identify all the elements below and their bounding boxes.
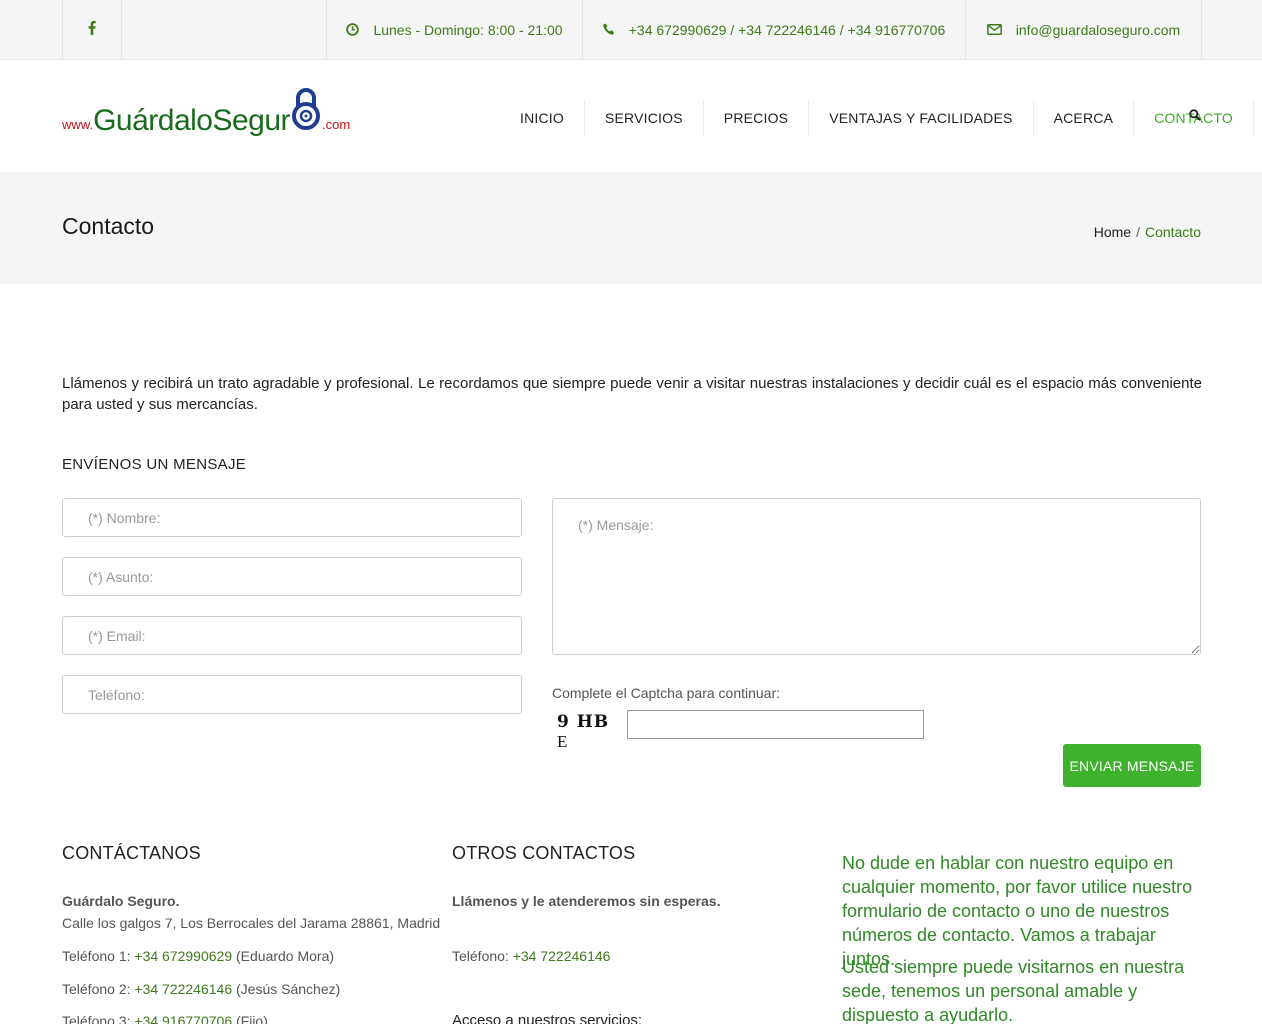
phone-2-label: Teléfono 2: <box>62 981 135 997</box>
captcha-input[interactable] <box>627 710 924 739</box>
phone-2-link[interactable]: +34 722246146 <box>134 981 232 997</box>
email-link[interactable]: info@guardaloseguro.com <box>965 0 1202 59</box>
company-name-text: Guárdalo Seguro. <box>62 893 180 909</box>
phone-3-person: (Fijo) <box>232 1013 268 1024</box>
other-phone-line: Teléfono: +34 722246146 <box>452 948 610 964</box>
phone-3-link[interactable]: +34 916770706 <box>134 1013 232 1024</box>
facebook-icon <box>88 21 96 38</box>
phone-1-label: Teléfono 1: <box>62 948 135 964</box>
captcha-image: 9 HB E <box>557 712 619 751</box>
captcha-chars-b: E <box>557 732 569 751</box>
other-phone-label: Teléfono: <box>452 948 513 964</box>
clock-icon <box>346 23 360 36</box>
phone-input[interactable] <box>62 675 522 714</box>
site-logo[interactable]: www. GuárdaloSegur .com <box>62 87 351 138</box>
nav-acerca[interactable]: ACERCA <box>1034 100 1135 136</box>
breadcrumb-current: Contacto <box>1144 224 1201 240</box>
padlock-icon <box>291 87 321 136</box>
services-access: Acceso a nuestros servicios: <box>452 1012 643 1024</box>
name-input[interactable] <box>62 498 522 537</box>
phone-3-label: Teléfono 3: <box>62 1013 135 1024</box>
search-button[interactable] <box>1186 108 1204 126</box>
send-message-button[interactable]: ENVIAR MENSAJE <box>1063 744 1201 787</box>
form-heading: ENVÍENOS UN MENSAJE <box>62 456 247 473</box>
main-nav: INICIO SERVICIOS PRECIOS VENTAJAS Y FACI… <box>500 100 1254 136</box>
phone-line-1: Teléfono 1: +34 672990629 (Eduardo Mora) <box>62 948 334 964</box>
logo-brand: GuárdaloSegur <box>93 104 291 137</box>
opening-hours-text: Lunes - Domingo: 8:00 - 21:00 <box>373 21 563 38</box>
captcha-label: Complete el Captcha para continuar: <box>552 685 781 701</box>
email-text: info@guardaloseguro.com <box>1015 21 1181 38</box>
other-phone-link[interactable]: +34 722246146 <box>513 948 611 964</box>
email-input[interactable] <box>62 616 522 655</box>
other-contacts-note: Llámenos y le atenderemos sin esperas. <box>452 893 720 909</box>
phone-line-3: Teléfono 3: +34 916770706 (Fijo) <box>62 1013 268 1024</box>
company-address: Calle los galgos 7, Los Berrocales del J… <box>62 915 441 931</box>
company-name: Guárdalo Seguro. <box>62 893 179 909</box>
search-icon <box>1189 108 1201 126</box>
other-contacts-heading: OTROS CONTACTOS <box>452 843 636 863</box>
envelope-icon <box>986 24 1002 35</box>
facebook-link[interactable] <box>62 0 122 59</box>
page-title-bar <box>0 172 1262 284</box>
breadcrumb-separator: / <box>1136 224 1140 240</box>
nav-precios[interactable]: PRECIOS <box>704 100 810 136</box>
phone-2-person: (Jesús Sánchez) <box>232 981 341 997</box>
intro-text: Llámenos y recibirá un trato agradable y… <box>62 375 1202 413</box>
phone-icon <box>603 23 615 36</box>
side-text-1: No dude en hablar con nuestro equipo en … <box>842 853 1193 969</box>
side-text-2: Usted siempre puede visitarnos en nuestr… <box>842 957 1185 1024</box>
opening-hours: Lunes - Domingo: 8:00 - 21:00 <box>326 0 582 59</box>
contact-heading: CONTÁCTANOS <box>62 843 201 863</box>
message-textarea[interactable] <box>552 498 1201 655</box>
top-bar: Lunes - Domingo: 8:00 - 21:00 +34 672990… <box>0 0 1262 60</box>
other-contacts-note-text: Llámenos y le atenderemos sin esperas. <box>452 893 721 909</box>
page-title: Contacto <box>62 213 155 239</box>
nav-servicios[interactable]: SERVICIOS <box>585 100 704 136</box>
breadcrumb-home[interactable]: Home <box>1094 224 1131 240</box>
phone-line-2: Teléfono 2: +34 722246146 (Jesús Sánchez… <box>62 981 340 997</box>
phone-1-person: (Eduardo Mora) <box>232 948 335 964</box>
breadcrumb: Home / Contacto <box>1094 224 1201 240</box>
subject-input[interactable] <box>62 557 522 596</box>
nav-inicio[interactable]: INICIO <box>500 100 585 136</box>
captcha-chars-a: 9 HB <box>557 712 610 732</box>
phone-numbers[interactable]: +34 672990629 / +34 722246146 / +34 9167… <box>582 0 965 59</box>
logo-com: .com <box>322 117 351 132</box>
nav-ventajas[interactable]: VENTAJAS Y FACILIDADES <box>809 100 1034 136</box>
logo-www: www. <box>62 117 94 132</box>
phone-numbers-text: +34 672990629 / +34 722246146 / +34 9167… <box>628 21 946 38</box>
phone-1-link[interactable]: +34 672990629 <box>134 948 232 964</box>
